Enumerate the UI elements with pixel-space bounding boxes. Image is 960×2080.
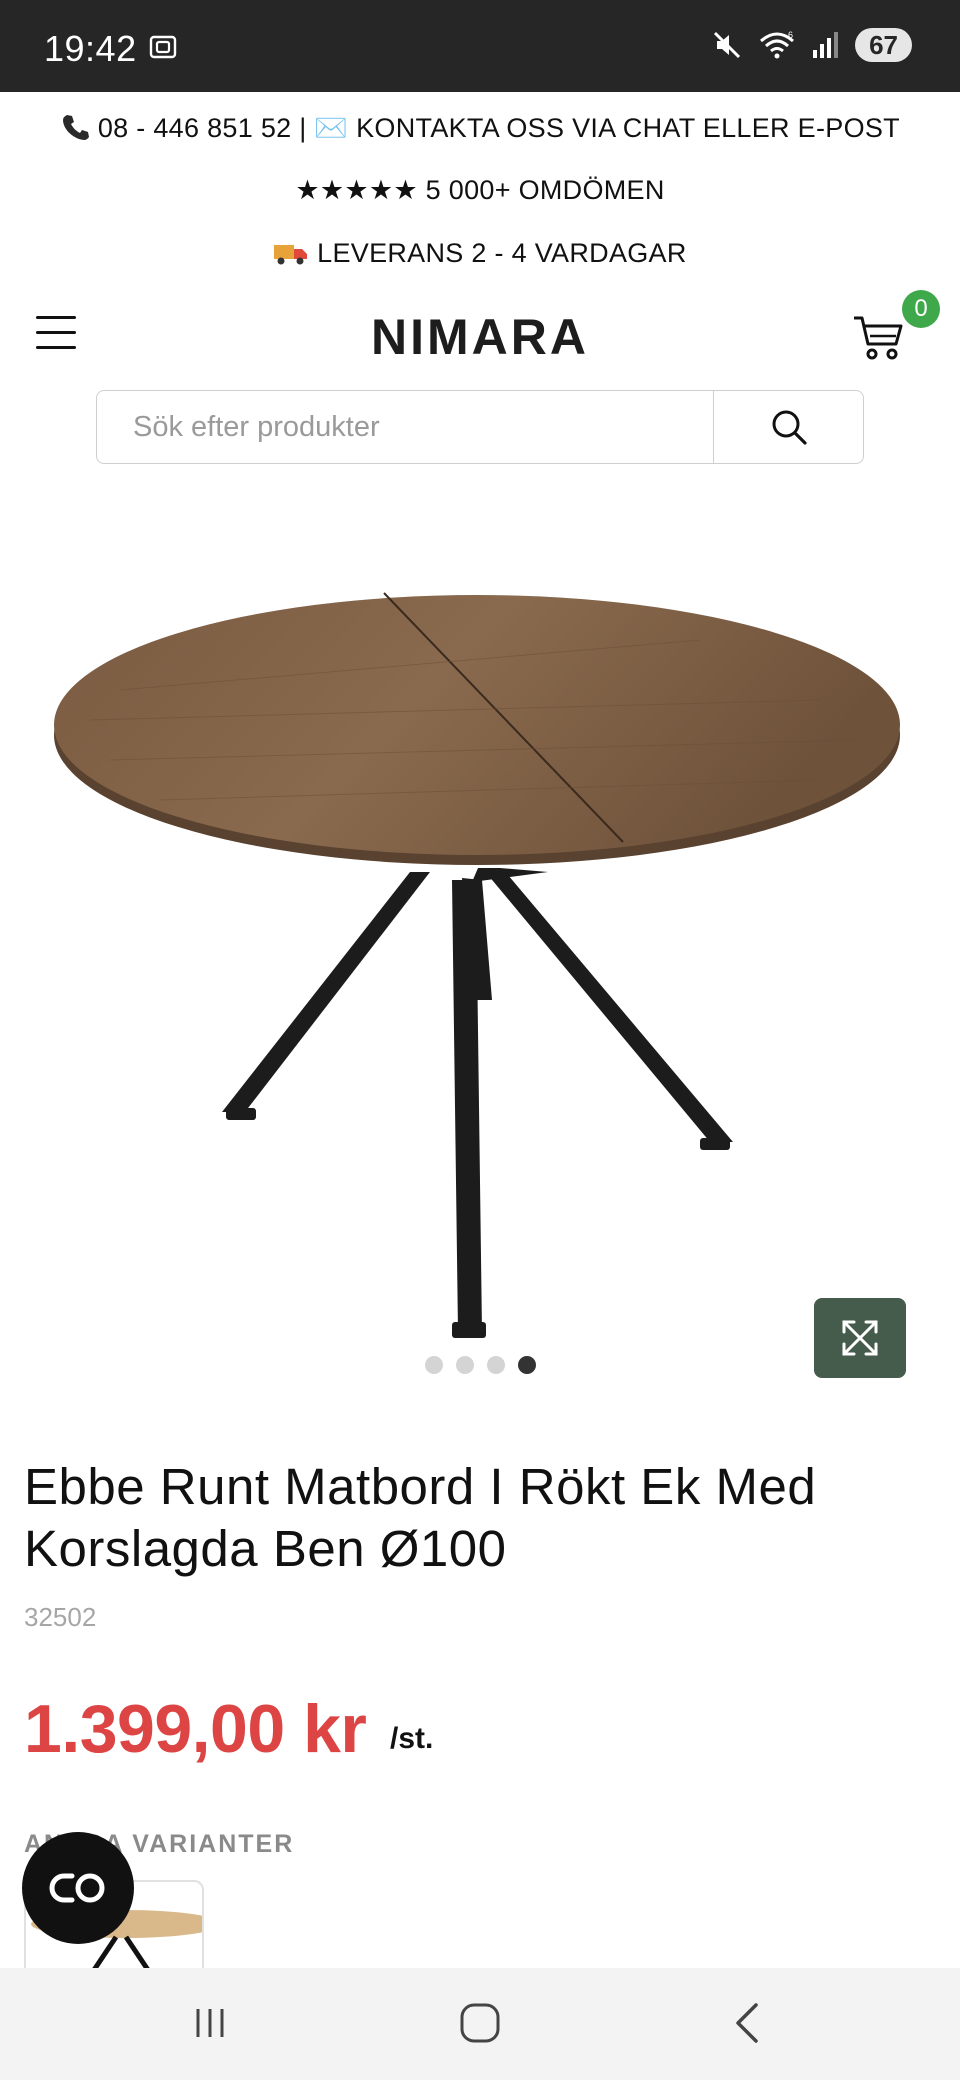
home-icon — [460, 2003, 500, 2043]
search-input[interactable] — [97, 391, 713, 463]
back-button[interactable] — [718, 1998, 778, 2048]
gallery-dot-2[interactable] — [455, 1356, 474, 1374]
status-icons: 6 67 — [711, 28, 912, 62]
battery-indicator: 67 — [855, 28, 912, 62]
recent-apps-icon — [196, 2009, 224, 2037]
promo-reviews: ★★★★★ 5 000+ OMDÖMEN — [295, 175, 665, 205]
signal-icon — [813, 32, 839, 58]
phone-icon — [60, 112, 90, 149]
truck-icon — [273, 239, 309, 274]
wifi-icon: 6 — [760, 30, 795, 59]
status-bar: 19:42 6 67 — [0, 0, 960, 92]
mute-icon — [714, 31, 741, 59]
cart-count-badge: 0 — [902, 290, 940, 328]
gallery-dot-4[interactable] — [517, 1356, 536, 1374]
cart-icon[interactable] — [852, 312, 906, 362]
expand-image-button[interactable] — [814, 1298, 906, 1378]
product-sku: 32502 — [24, 1602, 97, 1632]
gallery-dot-1[interactable] — [424, 1356, 443, 1374]
recent-apps-button[interactable] — [180, 1998, 240, 2048]
promo-delivery: LEVERANS 2 - 4 VARDAGAR — [0, 238, 960, 274]
expand-icon — [842, 1320, 878, 1356]
back-icon — [736, 2003, 758, 2043]
product-title: Ebbe Runt Matbord I Rökt Ek Med Korslagd… — [24, 1458, 817, 1577]
product-price: 1.399,00 kr — [24, 1691, 367, 1767]
system-nav-bar — [0, 1968, 960, 2080]
screen-record-icon — [149, 35, 177, 59]
home-button[interactable] — [450, 1998, 510, 2048]
status-time: 19:42 — [44, 28, 137, 69]
site-header: NIMARA — [0, 290, 960, 380]
gallery-dot-3[interactable] — [486, 1356, 505, 1374]
search-icon — [772, 410, 807, 445]
product-image[interactable] — [0, 520, 960, 1360]
promo-delivery-text: LEVERANS 2 - 4 VARDAGAR — [317, 238, 687, 268]
promo-contact[interactable]: 08 - 446 851 52 | ✉️ KONTAKTA OSS VIA CH… — [0, 112, 960, 149]
site-logo[interactable]: NIMARA — [0, 308, 960, 366]
chat-button[interactable] — [22, 1832, 134, 1944]
search-bar — [96, 390, 864, 464]
search-button[interactable] — [713, 391, 863, 463]
chat-icon — [49, 1873, 105, 1903]
promo-contact-text: 08 - 446 851 52 | ✉️ KONTAKTA OSS VIA CH… — [97, 113, 900, 143]
svg-text:6: 6 — [788, 30, 793, 40]
price-unit: /st. — [390, 1722, 434, 1755]
